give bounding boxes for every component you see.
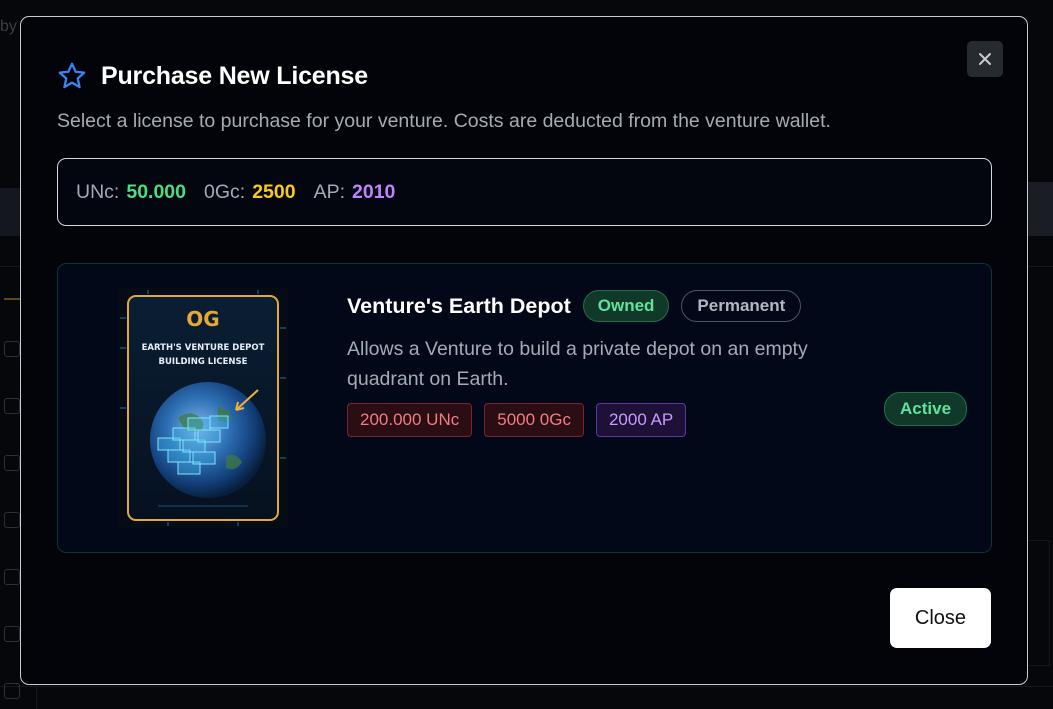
license-card[interactable]: OG EARTH'S VENTURE DEPOT BUILDING LICENS… [57,263,992,553]
edit-icon [4,512,20,528]
unc-label: UNc: [76,180,120,203]
cost-ogc: 5000 0Gc [484,403,584,437]
permanent-badge: Permanent [681,290,802,322]
dialog-title: Purchase New License [101,61,368,90]
license-costs: 200.000 UNc 5000 0Gc 2000 AP [347,403,847,437]
edit-icon [4,398,20,414]
star-icon [58,62,86,89]
license-details: Venture's Earth Depot Owned Permanent Al… [347,290,847,437]
license-caption-line1: EARTH'S VENTURE DEPOT [142,343,265,353]
cost-unc: 200.000 UNc [347,403,473,437]
ogc-value: 2500 [252,180,296,203]
close-button[interactable]: Close [890,588,991,648]
owned-badge: Owned [582,290,670,322]
cost-ap: 2000 AP [595,403,687,437]
edit-icon [4,626,20,642]
edit-icon [4,341,20,357]
ap-label: AP: [313,180,346,203]
edit-icon [4,455,20,471]
license-title: Venture's Earth Depot [347,293,571,318]
edit-icon [4,683,20,699]
edit-icon [4,569,20,585]
license-title-row: Venture's Earth Depot Owned Permanent [347,290,847,322]
close-icon [979,53,991,65]
purchase-license-dialog: Purchase New License Select a license to… [20,16,1028,685]
close-dialog-button[interactable] [967,41,1003,77]
dialog-header: Purchase New License [57,61,368,91]
license-description: Allows a Venture to build a private depo… [347,338,808,390]
wallet-balance: UNc: 50.000 0Gc: 2500 AP: 2010 [57,158,992,226]
dialog-subtitle: Select a license to purchase for your ve… [57,110,831,132]
license-caption-line2: BUILDING LICENSE [159,357,248,367]
ap-value: 2010 [352,180,396,203]
ogc-label: 0Gc: [204,180,246,203]
license-logo: OG [186,307,219,331]
license-image: OG EARTH'S VENTURE DEPOT BUILDING LICENS… [118,288,288,528]
status-badge: Active [884,392,968,426]
unc-value: 50.000 [126,180,186,203]
